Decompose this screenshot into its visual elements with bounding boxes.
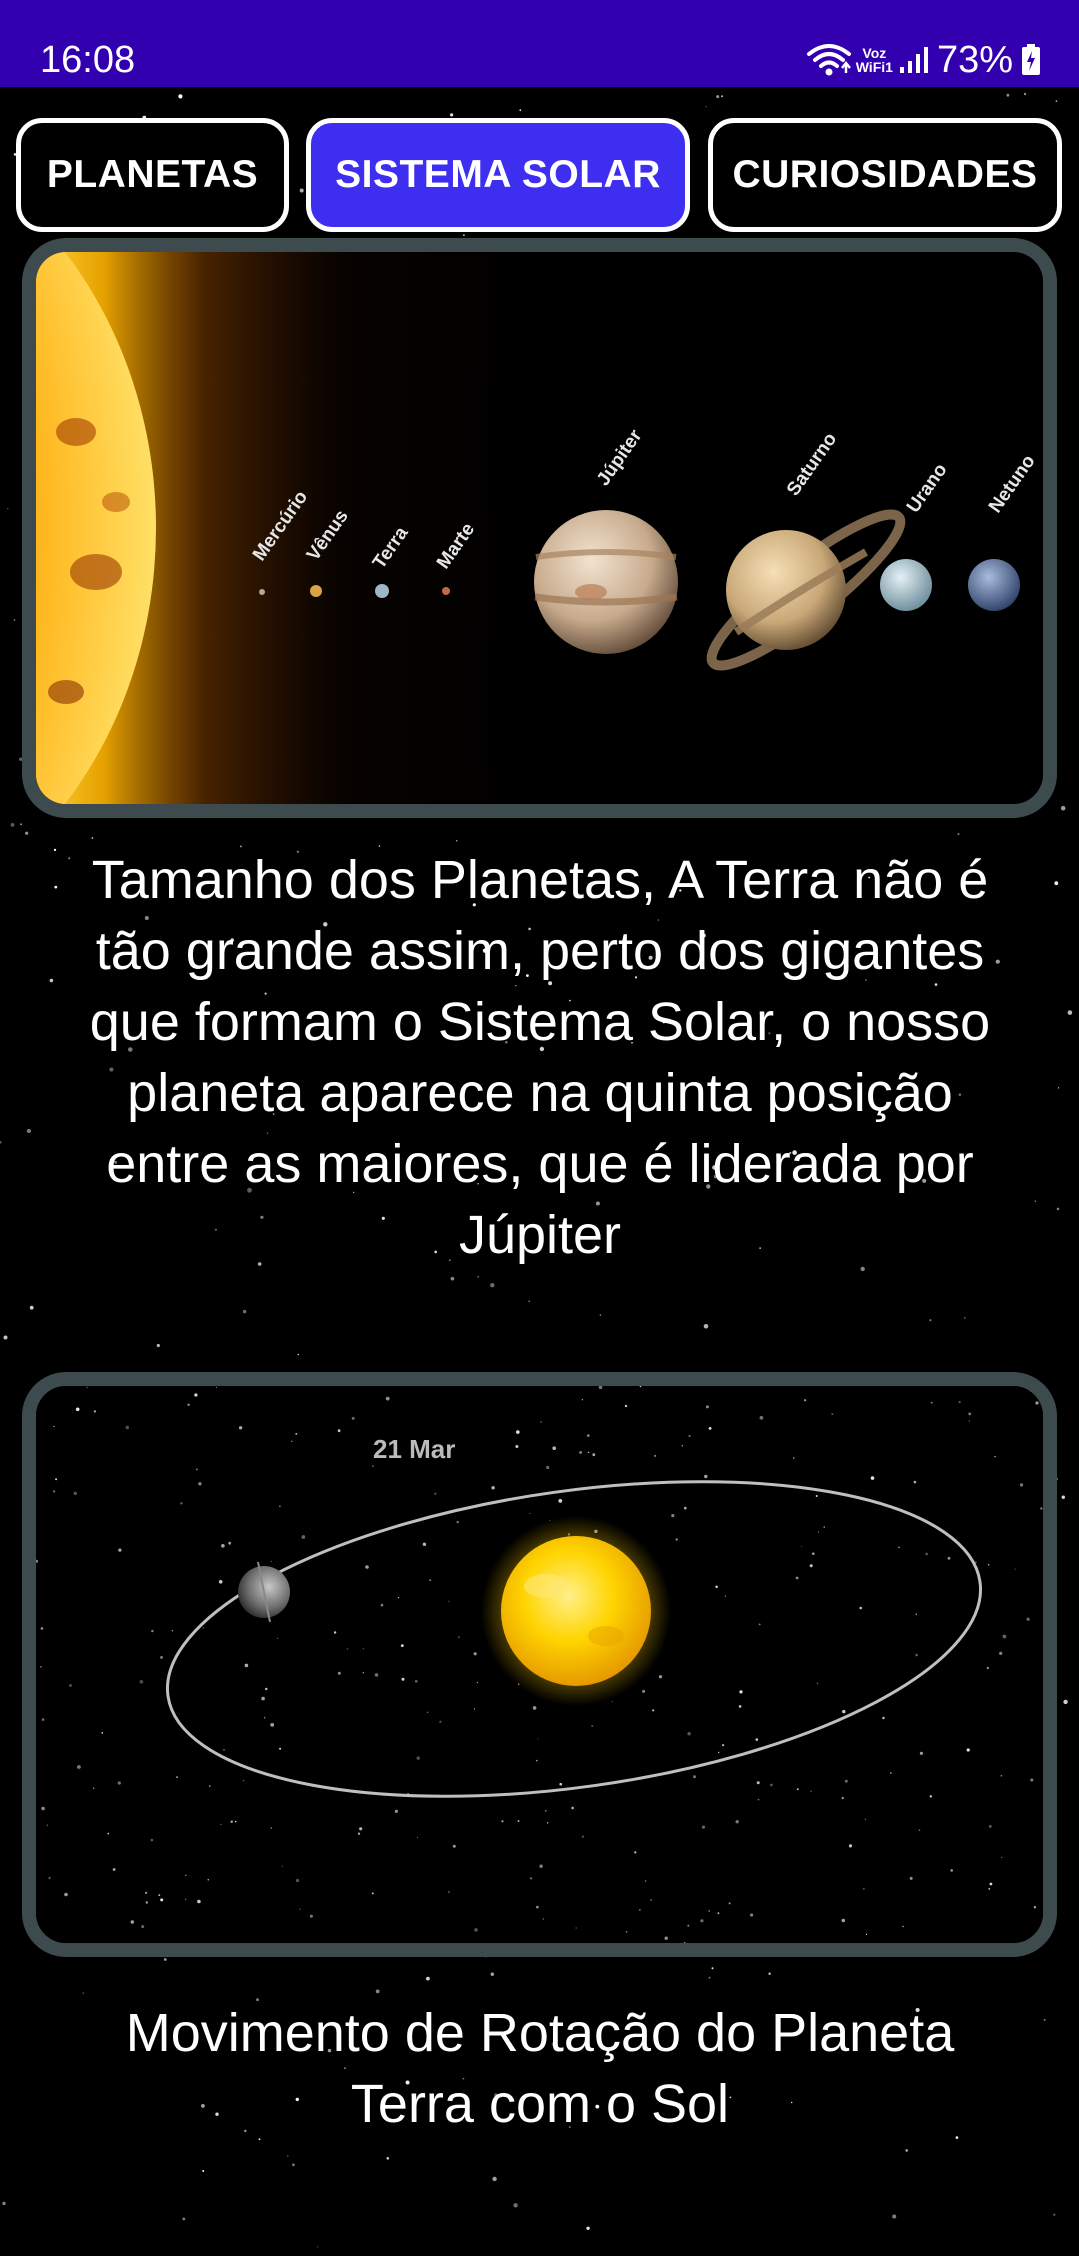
battery-percentage: 73% xyxy=(936,38,1013,81)
status-icons: Voz WiFi1 73% xyxy=(806,38,1041,82)
tab-sistema-solar[interactable]: SISTEMA SOLAR xyxy=(306,118,690,232)
wifi-label-line2: WiFi1 xyxy=(855,59,893,75)
tab-planetas[interactable]: PLANETAS xyxy=(16,118,289,232)
date-label-21-mar: 21 Mar xyxy=(373,1434,455,1464)
status-time: 16:08 xyxy=(40,39,136,81)
planets-size-image: Mercúrio Vênus Terra Marte Júpiter Saturno Ura… xyxy=(22,238,1057,818)
wifi-calling-label: Voz WiFi1 xyxy=(856,46,893,74)
signal-icon xyxy=(899,45,931,75)
planets-size-caption: Tamanho dos Planetas, A Terra não é tão … xyxy=(89,850,991,1265)
tab-curiosidades[interactable]: CURIOSIDADES xyxy=(708,118,1062,232)
earth-orbit-caption: Movimento de Rotação do Planeta Terra co… xyxy=(125,2003,955,2134)
battery-icon xyxy=(1021,44,1041,76)
earth-orbit-image: 21 Mar xyxy=(22,1372,1057,1957)
wifi-icon xyxy=(806,42,852,78)
wifi-label-line1: Voz xyxy=(862,45,887,61)
status-bar: 16:08 Voz WiFi1 73% xyxy=(0,0,1079,87)
